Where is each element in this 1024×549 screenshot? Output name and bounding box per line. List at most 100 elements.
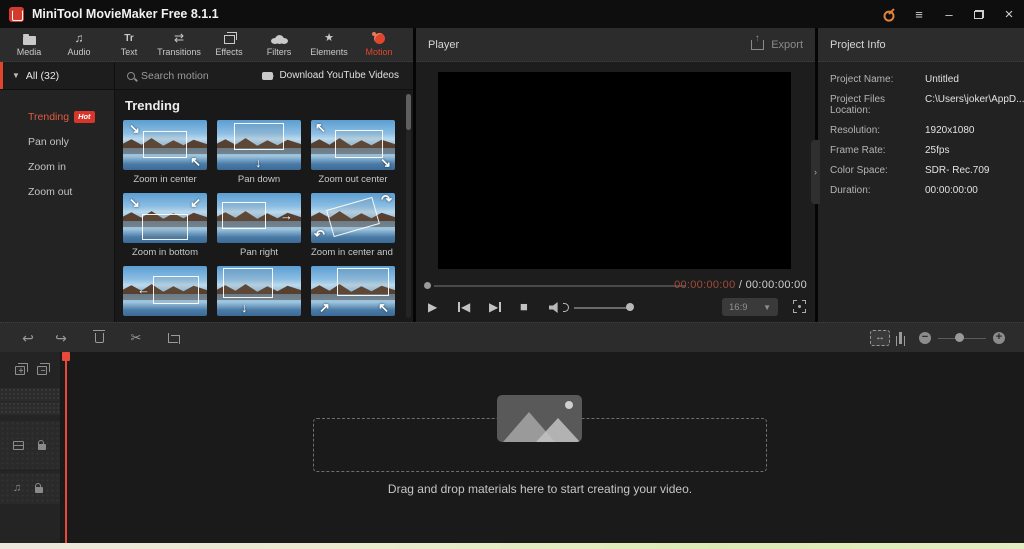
tab-audio[interactable]: Audio: [54, 28, 104, 61]
tab-label: Audio: [67, 47, 90, 57]
track-header-rail: + − ♫: [0, 352, 60, 543]
tab-transitions[interactable]: Transitions: [154, 28, 204, 61]
image-placeholder-icon: [497, 395, 582, 442]
desktop-background-strip: [0, 543, 1024, 549]
titlebar: MiniTool MovieMaker Free 8.1.1 ≡ – ×: [0, 0, 1024, 28]
play-button[interactable]: ▶: [428, 297, 437, 317]
hot-badge: Hot: [74, 111, 95, 123]
timeline-zoom-in-button[interactable]: +: [993, 332, 1005, 344]
sidebar-item-label: Zoom out: [28, 186, 72, 198]
seek-handle[interactable]: [424, 282, 431, 289]
motion-item-zoom-out-top[interactable]: ↗↖: [311, 266, 395, 316]
tab-text[interactable]: Text: [104, 28, 154, 61]
volume-handle[interactable]: [626, 303, 634, 311]
remove-track-button[interactable]: −: [37, 366, 47, 375]
video-track-icon: [13, 441, 24, 450]
motion-thumbnail: ↷↶: [311, 193, 395, 243]
collapse-chevron-icon: ›: [814, 167, 817, 177]
motion-item-pan-left[interactable]: ←: [123, 266, 207, 316]
next-frame-button[interactable]: ▶: [489, 297, 501, 317]
player-panel: Player Export 00:00:00:00 / 00:00:00:00 …: [416, 28, 815, 322]
top-panels: Media Audio Text Transitions Effects: [0, 28, 1024, 322]
crop-button[interactable]: [162, 323, 182, 353]
undo-button[interactable]: ↩: [18, 323, 38, 353]
media-library-panel: Media Audio Text Transitions Effects: [0, 28, 413, 322]
motion-thumbnail: ↖↘: [311, 120, 395, 170]
tab-filters[interactable]: Filters: [254, 28, 304, 61]
export-button[interactable]: Export: [751, 39, 803, 51]
video-preview: [438, 72, 791, 269]
tab-media[interactable]: Media: [4, 28, 54, 61]
media-icon: [23, 32, 36, 45]
tab-motion[interactable]: Motion: [354, 28, 404, 61]
split-button[interactable]: ✂: [126, 323, 146, 353]
sidebar-item-zoom-in[interactable]: Zoom in: [0, 154, 114, 179]
scrollbar-thumb[interactable]: [406, 94, 411, 130]
stop-button[interactable]: ■: [520, 297, 528, 317]
motion-item-zoom-in-center[interactable]: ↘↖ Zoom in center: [123, 120, 207, 190]
playhead-handle[interactable]: [62, 352, 70, 361]
motion-grid: ↘↖ Zoom in center ↓ Pan down ↖↘ Zoom out…: [123, 120, 405, 319]
volume-track[interactable]: [574, 307, 632, 309]
timecode-total: 00:00:00:00: [746, 279, 807, 291]
sidebar-item-zoom-out[interactable]: Zoom out: [0, 179, 114, 204]
tab-label: Effects: [215, 47, 242, 57]
aspect-ratio-select[interactable]: 16:9 ▼: [722, 298, 778, 316]
seek-track[interactable]: [434, 285, 686, 287]
lock-icon[interactable]: [35, 487, 43, 493]
motion-item-pan-down[interactable]: ↓ Pan down: [217, 120, 301, 190]
category-filter-dropdown[interactable]: ▼ All (32): [0, 62, 114, 90]
aspect-ratio-value: 16:9: [729, 302, 748, 313]
seek-bar: 00:00:00:00 / 00:00:00:00: [416, 278, 815, 292]
search-input[interactable]: [141, 70, 251, 82]
delete-button[interactable]: [89, 323, 109, 353]
motion-item-pan-right[interactable]: → Pan right: [217, 193, 301, 263]
collapse-panel-handle[interactable]: ›: [811, 140, 820, 204]
download-youtube-icon: [262, 72, 273, 80]
motion-item-zoom-out-center[interactable]: ↖↘ Zoom out center: [311, 120, 395, 190]
motion-item-zoom-in-center-rotate[interactable]: ↷↶ Zoom in center and r...: [311, 193, 395, 263]
info-row: Color Space: SDR- Rec.709: [830, 165, 1024, 176]
tab-label: Transitions: [157, 47, 201, 57]
motion-thumbnail: →: [217, 193, 301, 243]
minimize-button[interactable]: –: [934, 0, 964, 28]
motion-item-zoom-in-bottom[interactable]: ↘↙ Zoom in bottom: [123, 193, 207, 263]
delete-icon: [95, 333, 104, 343]
sidebar-item-pan-only[interactable]: Pan only: [0, 129, 114, 154]
motion-item-pan-down-2[interactable]: ↓: [217, 266, 301, 316]
playhead-line[interactable]: [65, 352, 67, 543]
restore-button[interactable]: [964, 0, 994, 28]
playback-controls: ▶ ◀ ▶ ■ 16:9 ▼: [416, 296, 815, 320]
redo-button[interactable]: ↪: [51, 323, 71, 353]
motion-category-sidebar: ▼ All (32) Trending Hot Pan only Zoom in: [0, 62, 115, 322]
track-zoom-button[interactable]: [899, 332, 902, 344]
volume-icon[interactable]: [549, 302, 561, 313]
sidebar-item-label: Trending: [28, 111, 69, 123]
timeline-zoom-out-button[interactable]: −: [919, 332, 931, 344]
fullscreen-button[interactable]: [793, 300, 806, 313]
crop-icon: [168, 333, 178, 343]
fit-timeline-button[interactable]: ↔: [870, 330, 890, 346]
sidebar-item-trending[interactable]: Trending Hot: [0, 104, 114, 129]
tab-elements[interactable]: Elements: [304, 28, 354, 61]
scrollbar-track[interactable]: [406, 94, 411, 318]
close-icon: ×: [1005, 6, 1014, 23]
info-row: Project Files Location: C:\Users\joker\A…: [830, 94, 1024, 116]
tab-label: Text: [121, 47, 138, 57]
motion-grid-panel: Download YouTube Videos Trending ↘↖ Zoom…: [115, 62, 413, 322]
download-youtube-button[interactable]: Download YouTube Videos: [262, 70, 413, 81]
timeline-zoom-handle[interactable]: [955, 333, 964, 342]
library-tabbar: Media Audio Text Transitions Effects: [0, 28, 413, 62]
tab-effects[interactable]: Effects: [204, 28, 254, 61]
search-icon: [127, 72, 135, 80]
add-track-button[interactable]: +: [15, 366, 25, 375]
lock-icon[interactable]: [38, 444, 46, 450]
info-row: Duration: 00:00:00:00: [830, 185, 1024, 196]
transitions-icon: [174, 32, 184, 45]
menu-button[interactable]: ≡: [904, 0, 934, 28]
timeline[interactable]: + − ♫ Drag and drop materials here to st…: [0, 352, 1024, 543]
motion-thumbnail: ↘↙: [123, 193, 207, 243]
previous-frame-button[interactable]: ◀: [458, 297, 470, 317]
license-key-button[interactable]: [874, 0, 904, 28]
close-button[interactable]: ×: [994, 0, 1024, 28]
